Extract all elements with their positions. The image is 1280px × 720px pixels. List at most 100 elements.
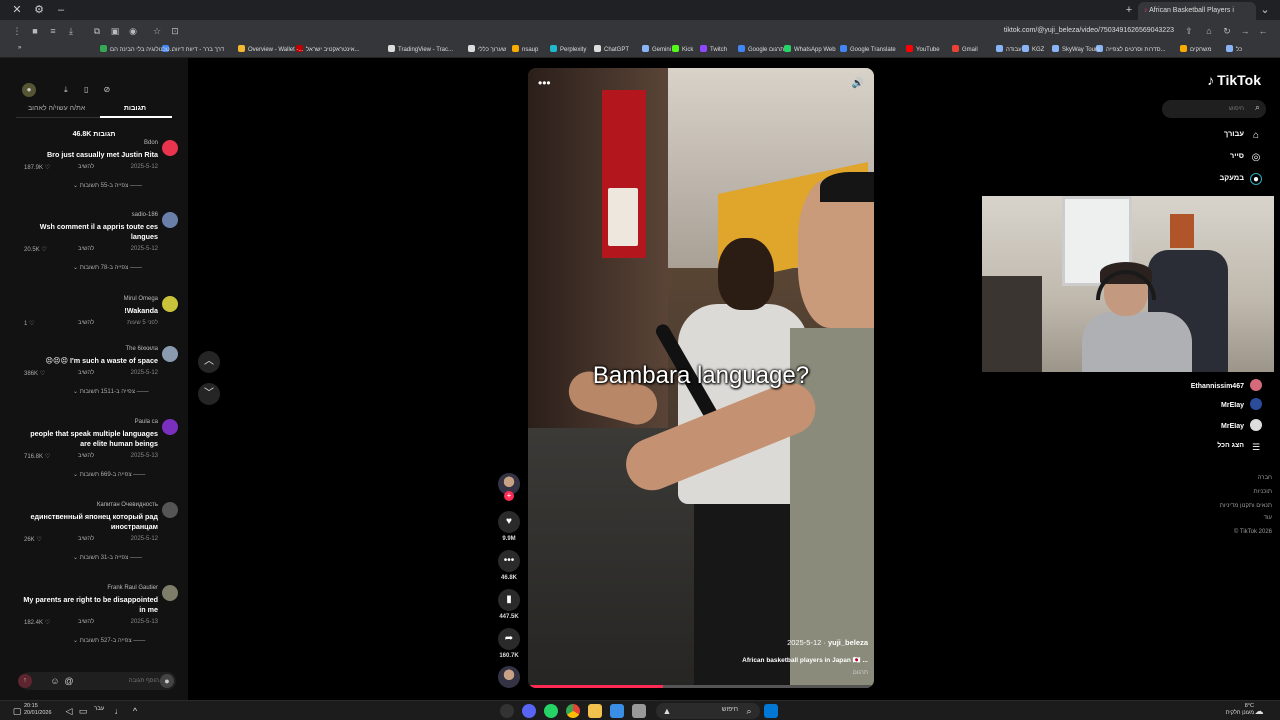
volume-icon[interactable]: ◁ <box>62 704 76 718</box>
bookmark-item[interactable]: Overview - Wallet -... <box>238 45 303 53</box>
following-user[interactable]: MrEIay <box>1221 419 1262 433</box>
comment-avatar[interactable] <box>162 212 178 228</box>
notification-icon[interactable]: ▢ <box>10 704 24 718</box>
comment-likes[interactable]: 20.5K ♡ <box>24 246 47 253</box>
more-options-icon[interactable]: ••• <box>538 76 551 90</box>
photos-app-icon[interactable] <box>610 704 624 718</box>
star-icon[interactable]: ☆ <box>150 24 164 38</box>
comment-username[interactable]: Bdon <box>144 140 158 146</box>
block-icon[interactable]: ⊘ <box>100 83 114 97</box>
phone-icon[interactable]: ▯ <box>79 83 93 97</box>
bookmark-item[interactable]: Gmail <box>952 45 978 53</box>
comment-avatar[interactable] <box>162 502 178 518</box>
home-icon[interactable]: ⌂ <box>1202 24 1216 38</box>
taskbar-search[interactable]: חיפוש ⌕ ▲ <box>656 703 760 719</box>
video-player[interactable]: ••• 🔊 Bambara language? 2025-5-12 · yuji… <box>528 68 874 688</box>
file-explorer-icon[interactable] <box>588 704 602 718</box>
sound-avatar[interactable] <box>498 666 520 688</box>
forward-icon[interactable]: → <box>1238 24 1252 38</box>
minimize-icon[interactable]: – <box>54 3 68 17</box>
user-avatar-icon[interactable]: ● <box>22 83 36 97</box>
comment-reply-button[interactable]: להשיב <box>78 619 94 625</box>
whatsapp-app-icon[interactable] <box>544 704 558 718</box>
translate-link[interactable]: תרגום <box>853 670 868 676</box>
next-video-button[interactable]: ﹀ <box>198 383 220 405</box>
comment-likes[interactable]: 716.8K ♡ <box>24 453 50 460</box>
tiktok-logo[interactable]: ♪ TikTok <box>1207 72 1264 89</box>
bookmark-item[interactable]: ChatGPT <box>594 45 629 53</box>
volume-icon[interactable]: 🔊 <box>850 76 866 92</box>
app-window-icon[interactable] <box>632 704 646 718</box>
tray-chevron-icon[interactable]: ^ <box>128 704 142 718</box>
share-arrow-icon[interactable]: ➦ <box>498 628 520 650</box>
menu-dots-icon[interactable]: ⋮ <box>10 24 24 38</box>
bookmark-item[interactable]: Google Translate <box>840 45 896 53</box>
obs-app-icon[interactable] <box>500 704 514 718</box>
weather-widget[interactable]: 8°C מעונן חלקית <box>1226 703 1254 717</box>
search-input[interactable] <box>1168 103 1244 115</box>
comment-avatar[interactable] <box>162 140 178 156</box>
comment-reply-button[interactable]: להשיב <box>78 320 94 326</box>
tab-active[interactable]: ♪ African Basketball Players i <box>1138 2 1256 20</box>
footer-link[interactable]: חברה <box>1258 475 1272 481</box>
chrome-app-icon[interactable] <box>566 704 580 718</box>
nav-explore[interactable]: סייר ◎ <box>1230 151 1262 165</box>
extension-icon[interactable]: ■ <box>28 24 42 38</box>
taskbar-clock[interactable]: 20:15 20/01/2026 <box>24 703 52 717</box>
show-all-link[interactable]: הצג הכל ☰ <box>1217 441 1262 455</box>
bookmark-item[interactable]: SkyWay Tours <box>1052 45 1100 53</box>
settings-icon[interactable]: ⚙ <box>32 3 46 17</box>
comment-avatar[interactable] <box>162 419 178 435</box>
comment-icon[interactable]: ••• <box>498 550 520 572</box>
video-author[interactable]: yuji_beleza <box>828 638 868 647</box>
comment-input[interactable] <box>76 675 164 687</box>
view-replies-button[interactable]: ⌄ צפייה ב-55 תשובות —— <box>73 182 142 189</box>
comment-username[interactable]: Frank Raul Gautier <box>107 585 158 591</box>
bookmark-item[interactable]: Gemini <box>642 45 671 53</box>
share-icon[interactable]: ⇪ <box>1182 24 1196 38</box>
bookmark-item[interactable]: nsaup <box>512 45 538 53</box>
comment-username[interactable]: sadio-186 <box>132 212 158 218</box>
close-window-icon[interactable]: ✕ <box>10 3 24 17</box>
language-indicator[interactable]: עבר <box>94 706 104 712</box>
bookmark-item[interactable]: משחקים <box>1180 45 1211 53</box>
footer-link[interactable]: תוכניות <box>1254 489 1272 495</box>
comment-reply-button[interactable]: להשיב <box>78 246 94 252</box>
nav-following[interactable]: במעקב ● <box>1219 173 1262 187</box>
bookmark-item[interactable]: Twitch <box>700 45 727 53</box>
comment-username[interactable]: Paula ca <box>135 419 158 425</box>
bookmark-item[interactable]: סדרות וסרטים לצפייה... <box>1096 45 1166 53</box>
network-icon[interactable]: ▭ <box>76 704 90 718</box>
bookmark-item[interactable]: KGZ <box>1022 45 1044 53</box>
following-user[interactable]: Ethannissim467 <box>1191 379 1262 393</box>
mention-icon[interactable]: @ <box>62 674 76 688</box>
comment-likes[interactable]: 26K ♡ <box>24 536 42 543</box>
puzzle-icon[interactable]: ⧉ <box>90 24 104 38</box>
reload-icon[interactable]: ↻ <box>1220 24 1234 38</box>
bookmark-item[interactable]: אינטראקטיב ישראל... <box>296 45 360 53</box>
comment-avatar[interactable] <box>162 585 178 601</box>
comment-username[interactable]: Mirul Omega <box>124 296 158 302</box>
microphone-icon[interactable]: ♩ <box>112 704 126 718</box>
send-icon[interactable]: ↑ <box>18 674 32 688</box>
video-progress-bar[interactable] <box>528 685 874 688</box>
comment-likes[interactable]: 386K ♡ <box>24 370 45 377</box>
bookmark-item[interactable]: WhatsApp Web <box>784 45 836 53</box>
bookmark-item[interactable]: Kick <box>672 45 693 53</box>
comment-reply-button[interactable]: להשיב <box>78 164 94 170</box>
comment-avatar[interactable] <box>162 296 178 312</box>
extension-blue-icon[interactable]: ▣ <box>108 24 122 38</box>
footer-link[interactable]: תנאים ותקנון מדיניות <box>1220 503 1272 509</box>
discord-app-icon[interactable] <box>522 704 536 718</box>
whatsapp-ext-icon[interactable]: ◉ <box>126 24 140 38</box>
search-icon[interactable]: ⌕ <box>1255 102 1260 113</box>
bookmark-item[interactable]: TradingView - Trac... <box>388 45 453 53</box>
following-user[interactable]: MrEIay <box>1221 398 1262 412</box>
bookmark-item[interactable]: YouTube <box>906 45 940 53</box>
start-button-icon[interactable] <box>764 704 778 718</box>
address-bar[interactable]: tiktok.com/@yuji_beleza/video/7503491626… <box>880 23 1180 39</box>
view-replies-button[interactable]: ⌄ צפייה ב-78 תשובות —— <box>73 264 142 271</box>
comment-likes[interactable]: 1 ♡ <box>24 320 34 327</box>
new-tab-icon[interactable]: + <box>1122 3 1136 17</box>
follow-plus-icon[interactable]: + <box>504 491 514 501</box>
